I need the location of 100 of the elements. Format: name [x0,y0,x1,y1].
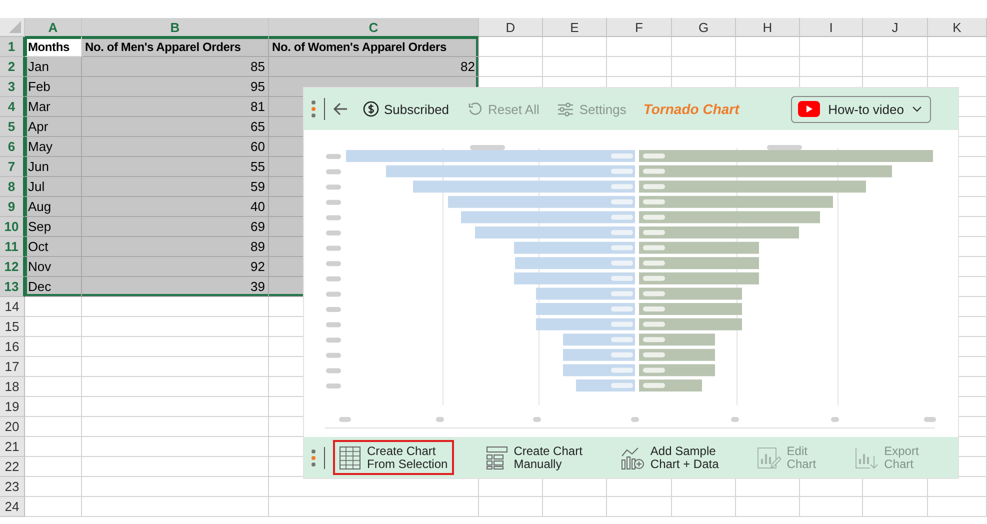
drag-handle-icon[interactable] [311,100,316,118]
sliders-icon [557,102,574,116]
column-header[interactable]: C [269,18,479,37]
row-header[interactable]: 14 [0,297,25,317]
row-header[interactable]: 19 [0,397,25,417]
row-header[interactable]: 10 [0,217,25,237]
axis-label-placeholder [326,292,341,297]
value-label-placeholder [643,291,665,296]
row-header[interactable]: 18 [0,377,25,397]
row-header[interactable]: 6 [0,137,25,157]
axis-label-placeholder [326,261,341,266]
column-header[interactable]: J [863,18,928,37]
value-label-placeholder [643,260,665,266]
table-cell: Jul [25,177,82,197]
table-cell [479,37,543,57]
form-icon [486,446,508,470]
row-header[interactable]: 4 [0,97,25,117]
row-header[interactable]: 22 [0,457,25,477]
table-cell: Months [25,37,82,57]
table-cell: Jan [25,57,82,77]
how-to-video-button[interactable]: How-to video [791,96,931,122]
table-cell: Feb [25,77,82,97]
value-label-placeholder [643,322,665,327]
row-header[interactable]: 16 [0,337,25,357]
row-header[interactable]: 24 [0,497,25,517]
table-cell [543,37,607,57]
value-label-placeholder [643,337,665,342]
value-label-placeholder [611,199,633,204]
table-cell: No. of Men's Apparel Orders [82,37,269,57]
table-cell [25,477,82,497]
tick-label-placeholder [631,417,639,422]
row-header[interactable]: 5 [0,117,25,137]
value-label-placeholder [643,214,665,220]
value-label-placeholder [643,383,665,388]
column-header[interactable]: B [82,18,269,37]
table-cell [928,37,987,57]
from-selection-button[interactable]: Create Chart From Selection [333,440,454,475]
row-header[interactable]: 12 [0,257,25,277]
row-header[interactable]: 3 [0,77,25,97]
caret-icon [912,106,922,112]
table-cell: 69 [82,217,269,237]
value-label-placeholder [611,168,633,174]
row-header[interactable]: 13 [0,277,25,297]
row-header[interactable]: 1 [0,37,25,57]
chart-edit-icon [756,446,781,470]
column-header[interactable]: I [800,18,863,37]
row-header[interactable]: 20 [0,417,25,437]
table-cell: 60 [82,137,269,157]
row-header[interactable]: 23 [0,477,25,497]
row-header[interactable]: 8 [0,177,25,197]
table-cell: Apr [25,117,82,137]
axis-label-placeholder [326,200,341,205]
column-header[interactable]: H [736,18,800,37]
table-cell [25,297,82,317]
column-header[interactable]: A [25,18,82,37]
column-header[interactable]: K [928,18,987,37]
table-cell [25,437,82,457]
axis-label-placeholder [326,154,341,159]
column-header[interactable]: F [607,18,672,37]
subscription-button[interactable]: Subscribed [360,101,452,117]
row-header[interactable]: 15 [0,317,25,337]
table-cell: 59 [82,177,269,197]
column-header[interactable]: G [672,18,736,37]
row-header[interactable]: 7 [0,157,25,177]
column-header[interactable]: E [543,18,607,37]
sample-button[interactable]: Add Sample Chart + Data [614,440,725,475]
tick-label-placeholder [533,417,541,422]
row-header[interactable]: 2 [0,57,25,77]
value-label-placeholder [643,199,665,204]
chart-export-icon [854,446,878,470]
value-label-placeholder [611,383,633,388]
row-header[interactable]: 21 [0,437,25,457]
table-cell [736,497,800,517]
value-label-placeholder [643,352,665,358]
tick-label-placeholder [831,417,839,422]
table-cell: Aug [25,197,82,217]
table-cell: Dec [25,277,82,297]
drag-handle-icon[interactable] [311,448,316,466]
value-label-placeholder [643,368,665,373]
table-cell [736,37,800,57]
tick-label-placeholder [436,417,444,422]
table-cell [25,497,82,517]
table-cell [25,377,82,397]
column-header[interactable]: D [479,18,543,37]
row-header[interactable]: 9 [0,197,25,217]
value-label-placeholder [611,306,633,312]
value-label-placeholder [643,230,665,235]
table-cell: Sep [25,217,82,237]
axis-label-placeholder [326,276,341,282]
axis-label-placeholder [326,384,341,388]
tick-label-placeholder [924,417,936,422]
row-header[interactable]: 17 [0,357,25,377]
value-label-placeholder [611,276,633,281]
manual-button[interactable]: Create Chart Manually [480,440,588,475]
value-label-placeholder [643,276,665,281]
play-icon [798,101,820,117]
value-label-placeholder [611,245,633,250]
row-header[interactable]: 11 [0,237,25,257]
value-label-placeholder [611,154,633,158]
back-arrow-icon[interactable] [333,102,348,116]
